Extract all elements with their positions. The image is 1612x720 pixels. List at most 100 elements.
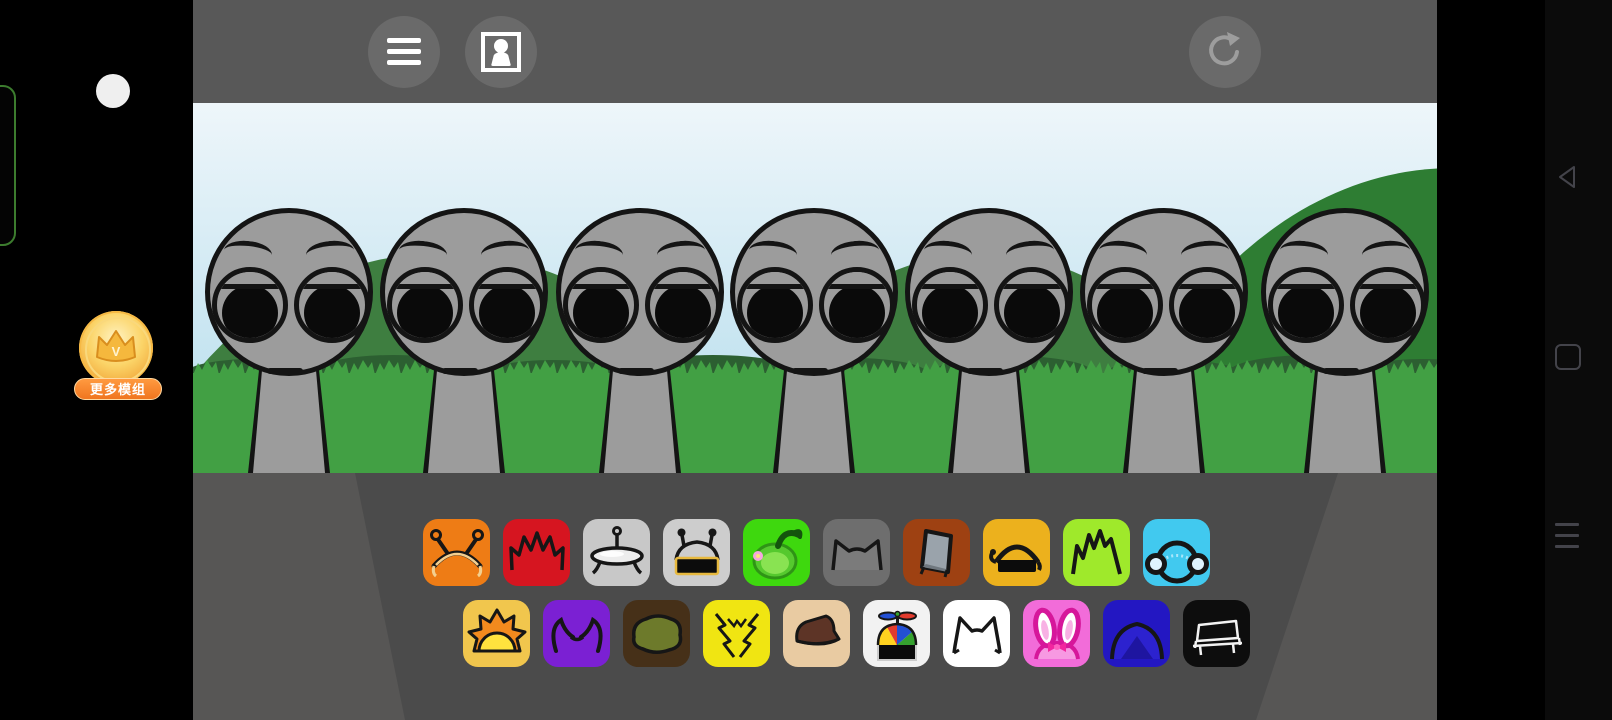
mouth: [618, 368, 654, 374]
costume-row-1: [423, 519, 1210, 586]
antenna-headband-icon: [424, 520, 490, 586]
costume-antenna-headband[interactable]: [423, 519, 490, 586]
costume-sunburst[interactable]: [463, 600, 530, 667]
costume-row-2: [463, 600, 1250, 667]
devil-horns-icon: [544, 601, 610, 667]
crown-icon: V: [93, 327, 139, 367]
eyebrow: [305, 239, 355, 267]
eye: [645, 267, 721, 343]
black-band-icon: [984, 520, 1050, 586]
character-head: [1261, 208, 1429, 376]
costume-spiky-hair-lime[interactable]: [1063, 519, 1130, 586]
blue-hood-icon: [1104, 601, 1170, 667]
mouth: [1142, 368, 1178, 374]
character-head: [205, 208, 373, 376]
lightning-bolts-icon: [704, 601, 770, 667]
eye: [994, 267, 1070, 343]
svg-text:V: V: [112, 344, 121, 359]
costume-white-ears-mask[interactable]: [943, 600, 1010, 667]
character-head: [905, 208, 1073, 376]
eye: [1087, 267, 1163, 343]
costume-blue-hood[interactable]: [1103, 600, 1170, 667]
eye: [1169, 267, 1245, 343]
costume-devil-horns[interactable]: [543, 600, 610, 667]
saucer-hat-icon: [584, 520, 650, 586]
reset-arrow-icon: [1203, 29, 1247, 73]
costume-cat-ears-gray[interactable]: [823, 519, 890, 586]
assistive-float-ball[interactable]: [96, 74, 130, 108]
eye: [737, 267, 813, 343]
costume-moss-wig[interactable]: [623, 600, 690, 667]
costume-white-line-hat[interactable]: [1183, 600, 1250, 667]
mouth: [267, 368, 303, 374]
character-1[interactable]: [205, 208, 373, 473]
screen: V 更多模组: [0, 0, 1612, 720]
costume-headphones-blue[interactable]: [1143, 519, 1210, 586]
costume-saucer-hat-gray[interactable]: [583, 519, 650, 586]
white-line-hat-icon: [1184, 601, 1250, 667]
costume-green-apple[interactable]: [743, 519, 810, 586]
mouth: [1323, 368, 1359, 374]
eye: [469, 267, 545, 343]
spiky-hair-icon: [1064, 520, 1130, 586]
character-5[interactable]: [905, 208, 1073, 473]
portrait-icon: [481, 32, 521, 72]
costume-lightning-bolts[interactable]: [703, 600, 770, 667]
side-panel-edge: [0, 85, 16, 246]
stage-floor: [193, 473, 1437, 720]
menu-button[interactable]: [368, 16, 440, 88]
character-7[interactable]: [1261, 208, 1429, 473]
eye: [294, 267, 370, 343]
costume-black-band-visor[interactable]: [983, 519, 1050, 586]
character-4[interactable]: [730, 208, 898, 473]
moss-wig-icon: [624, 601, 690, 667]
eye: [819, 267, 895, 343]
bunny-ears-icon: [1024, 601, 1090, 667]
character-2[interactable]: [380, 208, 548, 473]
costume-fedora-hat[interactable]: [783, 600, 850, 667]
android-back-icon[interactable]: [1556, 164, 1578, 190]
propeller-cap-icon: [864, 601, 930, 667]
eye: [563, 267, 639, 343]
costume-stone-slab[interactable]: [903, 519, 970, 586]
eye: [1268, 267, 1344, 343]
character-6[interactable]: [1080, 208, 1248, 473]
headphones-icon: [1144, 520, 1210, 586]
top-bar: [193, 0, 1437, 103]
gold-coin-icon[interactable]: V: [79, 311, 153, 385]
cat-ears-icon: [824, 520, 890, 586]
eye: [212, 267, 288, 343]
android-menu-icon[interactable]: [1555, 523, 1579, 556]
stone-slab-icon: [904, 520, 970, 586]
mouth: [967, 368, 1003, 374]
fedora-hat-icon: [784, 601, 850, 667]
eyebrow: [223, 239, 273, 267]
eye: [912, 267, 988, 343]
characters-button[interactable]: [465, 16, 537, 88]
costume-robot-visor[interactable]: [663, 519, 730, 586]
mouth: [442, 368, 478, 374]
robot-visor-icon: [664, 520, 730, 586]
android-home-icon[interactable]: [1555, 344, 1581, 370]
hamburger-icon: [387, 38, 421, 71]
eye: [387, 267, 463, 343]
more-mods-label[interactable]: 更多模组: [74, 378, 162, 400]
green-apple-icon: [744, 520, 810, 586]
character-head: [380, 208, 548, 376]
spiky-crown-icon: [504, 520, 570, 586]
character-head: [1080, 208, 1248, 376]
costume-propeller-cap[interactable]: [863, 600, 930, 667]
floor-light-wedge-left: [193, 473, 1437, 720]
character-head: [730, 208, 898, 376]
mouth: [792, 368, 828, 374]
game-stage: [193, 0, 1437, 720]
more-mods-float[interactable]: V 更多模组: [70, 308, 166, 404]
eye: [1350, 267, 1426, 343]
character-head: [556, 208, 724, 376]
costume-spiky-crown-red[interactable]: [503, 519, 570, 586]
reset-button[interactable]: [1189, 16, 1261, 88]
costume-bunny-ears[interactable]: [1023, 600, 1090, 667]
white-ears-mask-icon: [944, 601, 1010, 667]
sunburst-icon: [464, 601, 530, 667]
character-3[interactable]: [556, 208, 724, 473]
